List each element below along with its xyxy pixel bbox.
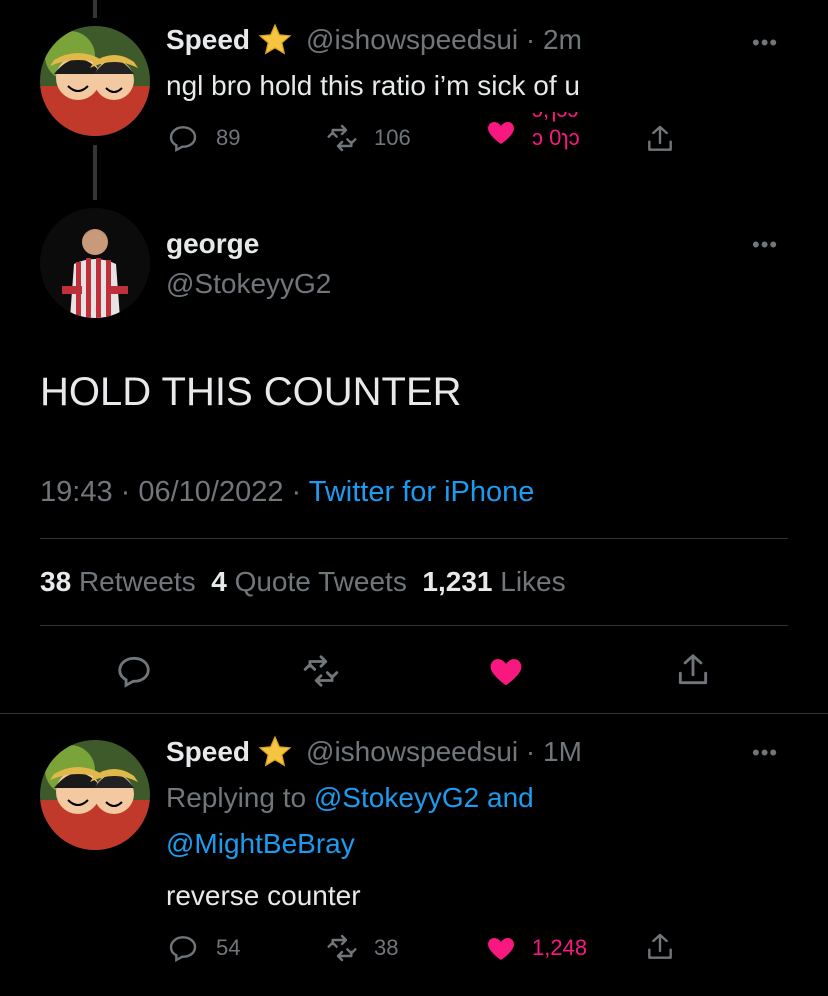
thread-line-top (93, 0, 97, 18)
reply-icon (166, 932, 200, 964)
like-button[interactable] (486, 652, 526, 690)
reply-button[interactable]: 89 (166, 122, 240, 154)
like-count-rolling-bottom: ɔ 0ɿɔ (532, 125, 580, 150)
more-icon[interactable]: ••• (752, 740, 778, 766)
share-button[interactable] (644, 930, 676, 964)
reply-icon (166, 122, 200, 154)
like-count: 1,248 (532, 935, 588, 960)
main-tweet-text: HOLD THIS COUNTER (40, 370, 462, 414)
reply-icon (114, 652, 154, 690)
like-button[interactable]: ɔ,ɿɔɔ ɔ 0ɿɔ (484, 112, 580, 152)
retweet-count: 106 (374, 125, 411, 150)
quotes-number: 4 (211, 566, 227, 597)
avatar[interactable] (40, 26, 150, 136)
retweet-count: 38 (374, 935, 399, 960)
retweet-button[interactable]: 38 (324, 932, 398, 964)
replying-to-label: Replying to (166, 782, 314, 813)
more-icon[interactable]: ••• (752, 232, 778, 258)
likes-stat[interactable]: 1,231 Likes (422, 566, 565, 597)
star-icon (256, 22, 294, 58)
divider (40, 625, 788, 626)
retweet-button[interactable]: 106 (324, 122, 411, 154)
handle-and-time[interactable]: @ishowspeedsui · 2m (306, 24, 582, 56)
like-icon (484, 116, 518, 148)
reply-count: 89 (216, 125, 241, 150)
like-icon (486, 652, 526, 690)
share-icon (644, 930, 676, 964)
retweets-number: 38 (40, 566, 72, 597)
retweet-icon (300, 652, 342, 690)
divider (40, 538, 788, 539)
reply-count: 54 (216, 935, 241, 960)
quotes-stat[interactable]: 4 Quote Tweets (211, 566, 407, 597)
share-button[interactable] (674, 650, 712, 690)
retweets-label: Retweets (78, 566, 196, 597)
tweet-text: ngl bro hold this ratio i’m sick of u (166, 70, 580, 101)
handle-and-time[interactable]: @ishowspeedsui · 1M (306, 736, 582, 768)
retweet-icon (324, 932, 360, 964)
share-icon (644, 122, 676, 156)
retweets-stat[interactable]: 38 Retweets (40, 566, 196, 597)
avatar[interactable] (40, 740, 150, 850)
replying-to-user[interactable]: @MightBeBray (166, 828, 355, 860)
likes-number: 1,231 (422, 566, 493, 597)
reply-button[interactable] (114, 652, 154, 690)
like-button[interactable]: 1,248 (484, 932, 587, 964)
reply-button[interactable]: 54 (166, 932, 240, 964)
display-name[interactable]: Speed (166, 736, 250, 768)
engagement-stats: 38 Retweets 4 Quote Tweets 1,231 Likes (40, 566, 566, 598)
retweet-icon (324, 122, 360, 154)
display-name[interactable]: Speed (166, 24, 250, 56)
display-name[interactable]: george (166, 228, 259, 260)
retweet-button[interactable] (300, 652, 342, 690)
likes-label: Likes (500, 566, 566, 597)
handle[interactable]: @StokeyyG2 (166, 268, 331, 300)
share-icon (674, 650, 712, 690)
more-icon[interactable]: ••• (752, 30, 778, 56)
timestamp[interactable]: 19:43 · 06/10/2022 · (40, 476, 309, 508)
thread-line-bottom (93, 145, 97, 200)
like-icon (484, 932, 518, 964)
quotes-label: Quote Tweets (234, 566, 407, 597)
like-count-rolling-top: ɔ,ɿɔɔ (532, 112, 580, 124)
divider (0, 713, 828, 714)
share-button[interactable] (644, 122, 676, 156)
star-icon (256, 734, 294, 770)
avatar[interactable] (40, 208, 150, 318)
tweet-text: reverse counter (166, 880, 361, 911)
source-link[interactable]: Twitter for iPhone (309, 476, 535, 508)
replying-to-users[interactable]: @StokeyyG2 and (314, 782, 534, 813)
